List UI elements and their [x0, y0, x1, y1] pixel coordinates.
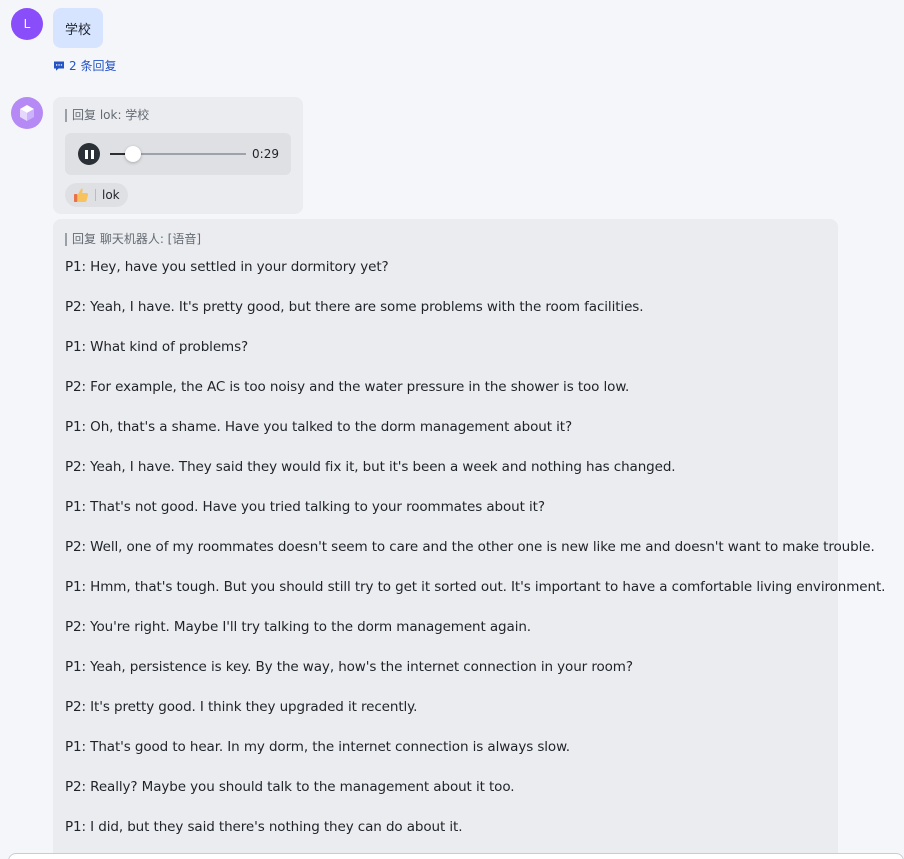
user-message-bubble[interactable]: 学校 — [53, 8, 104, 48]
dialogue-line: P2: Yeah, I have. They said they would f… — [65, 459, 676, 475]
voice-reply-card: 回复 lok: 学校 0:29 lok — [53, 97, 303, 214]
dialogue-lines: P1: Hey, have you settled in your dormit… — [65, 257, 886, 857]
comment-icon — [54, 61, 64, 71]
message-input[interactable] — [8, 853, 904, 859]
reaction-divider — [95, 189, 96, 201]
dialogue-line: P1: Hey, have you settled in your dormit… — [65, 259, 389, 275]
reply-quote: 回复 lok: 学校 — [65, 109, 149, 122]
thread-replies-link[interactable]: 2 条回复 — [53, 57, 116, 74]
dialogue-line: P1: That's not good. Have you tried talk… — [65, 499, 545, 515]
dialogue-line: P1: Hmm, that's tough. But you should st… — [65, 579, 886, 595]
dialogue-line: P1: I did, but they said there's nothing… — [65, 819, 463, 835]
audio-duration: 0:29 — [252, 147, 279, 161]
avatar-initial: L — [23, 17, 31, 31]
bot-avatar[interactable] — [11, 97, 43, 129]
pause-icon[interactable] — [78, 143, 100, 165]
dialogue-line: P2: For example, the AC is too noisy and… — [65, 379, 630, 395]
dialogue-line: P1: That's good to hear. In my dorm, the… — [65, 739, 570, 755]
user-message-text: 学校 — [65, 22, 92, 38]
dialogue-line: P2: Well, one of my roommates doesn't se… — [65, 539, 875, 555]
thread-replies-label: 2 条回复 — [69, 59, 117, 73]
reaction-user: lok — [102, 188, 120, 202]
dialogue-line: P1: Yeah, persistence is key. By the way… — [65, 659, 633, 675]
reply-quote: 回复 聊天机器人: [语音] — [65, 233, 201, 246]
audio-scrubber-handle[interactable] — [125, 146, 142, 162]
audio-player: 0:29 — [65, 133, 291, 175]
dialogue-line: P1: Oh, that's a shame. Have you talked … — [65, 419, 573, 435]
dialogue-line: P2: It's pretty good. I think they upgra… — [65, 699, 418, 715]
cube-icon — [20, 105, 34, 121]
dialogue-line: P2: You're right. Maybe I'll try talking… — [65, 619, 532, 635]
thumbs-up-icon — [74, 188, 89, 202]
dialogue-line: P2: Really? Maybe you should talk to the… — [65, 779, 515, 795]
dialogue-line: P1: What kind of problems? — [65, 339, 249, 355]
user-avatar[interactable]: L — [11, 8, 43, 40]
reaction-chip[interactable]: lok — [65, 183, 128, 207]
text-reply-card: 回复 聊天机器人: [语音] P1: Hey, have you settled… — [53, 219, 886, 859]
dialogue-line: P2: Yeah, I have. It's pretty good, but … — [65, 299, 644, 315]
